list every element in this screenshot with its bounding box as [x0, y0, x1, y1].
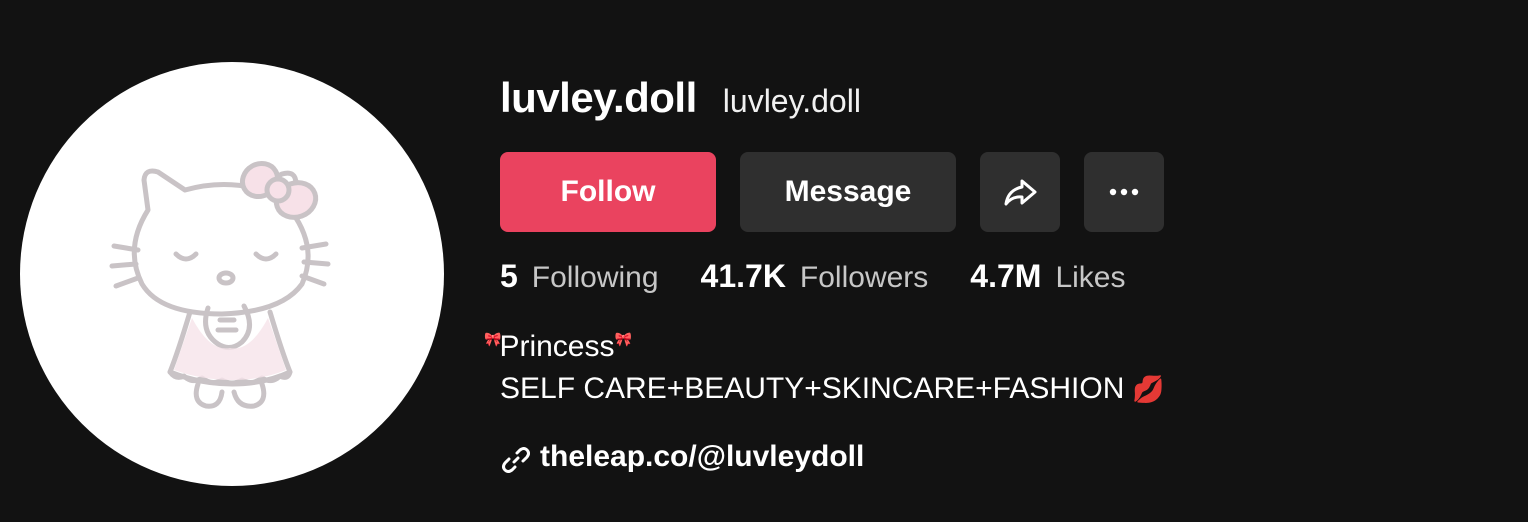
stat-label: Followers [799, 261, 929, 294]
profile-info: luvley.doll luvley.doll Follow Message 5… [484, 0, 1500, 522]
stat-followers[interactable]: 41.7K Followers [701, 258, 929, 295]
share-arrow-icon [1004, 179, 1037, 206]
link-icon [502, 447, 530, 473]
stat-value: 41.7K [700, 258, 786, 294]
bio-description: SELF CARE+BEAUTY+SKINCARE+FASHION 💋 [500, 372, 1165, 406]
bio-title: 🎀 Princess 🎀 [484, 330, 632, 364]
profile-stats: 5 Following 41.7K Followers 4.7M Likes [500, 258, 1167, 295]
stat-label: Likes [1055, 261, 1126, 294]
avatar[interactable] [20, 62, 444, 486]
kiss-emoji: 💋 [1132, 374, 1165, 404]
hello-kitty-avatar [109, 160, 331, 409]
bow-emoji-left: 🎀 [484, 331, 501, 347]
more-dots-icon [1109, 188, 1139, 196]
stat-label: Following [531, 261, 659, 294]
profile-nickname: luvley.doll [722, 83, 861, 119]
stat-following[interactable]: 5 Following [500, 258, 659, 295]
bio-princess: Princess [499, 330, 615, 363]
profile-link[interactable]: theleap.co/@luvleydoll [500, 438, 864, 476]
stat-value: 5 [500, 258, 518, 294]
more-options-button[interactable] [1084, 152, 1164, 232]
profile-header: luvley.doll luvley.doll [500, 74, 861, 122]
share-button[interactable] [980, 152, 1060, 232]
bow-emoji-right: 🎀 [614, 331, 631, 347]
bio-text: SELF CARE+BEAUTY+SKINCARE+FASHION [500, 372, 1125, 405]
link-text[interactable]: theleap.co/@luvleydoll [540, 440, 864, 474]
message-button[interactable]: Message [740, 152, 956, 232]
stat-value: 4.7M [970, 258, 1042, 294]
stat-likes: 4.7M Likes [970, 258, 1125, 295]
follow-button[interactable]: Follow [500, 152, 716, 232]
profile-username: luvley.doll [500, 74, 697, 121]
